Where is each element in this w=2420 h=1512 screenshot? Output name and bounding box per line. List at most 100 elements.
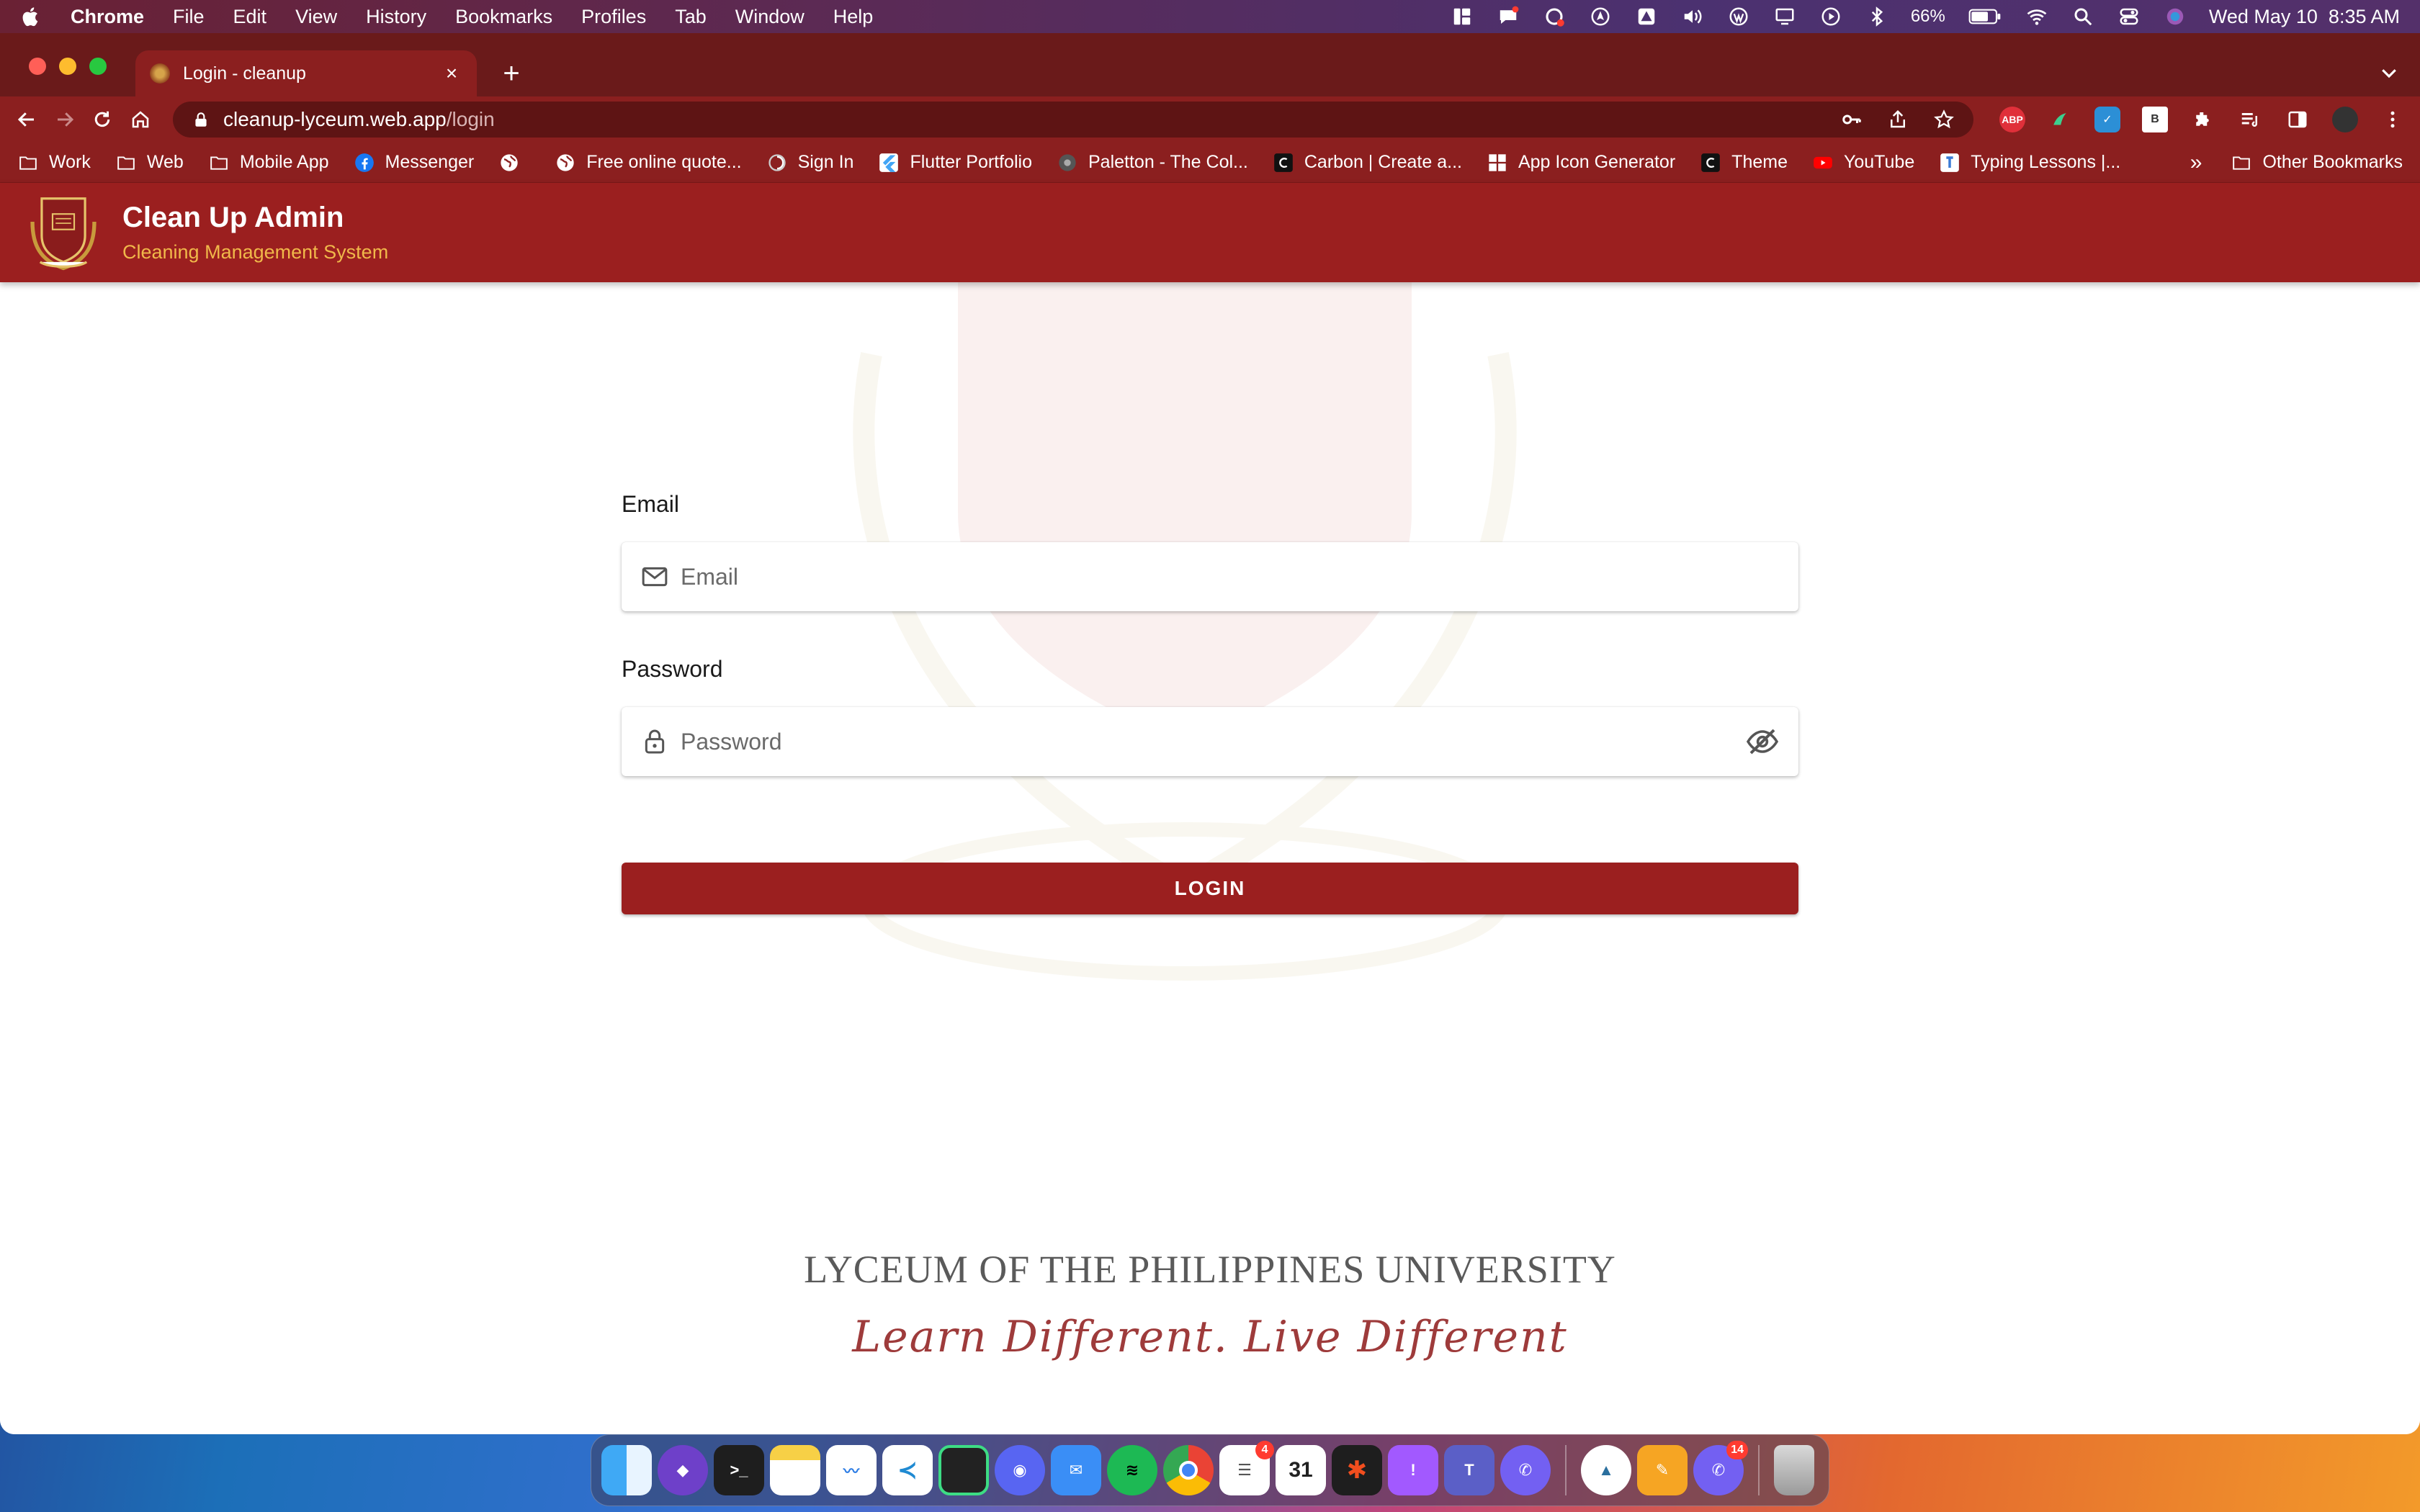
volume-icon[interactable] [1680, 6, 1705, 27]
viber-window-icon[interactable]: ✆ 14 [1693, 1441, 1748, 1495]
back-button[interactable] [14, 104, 40, 135]
pages-icon[interactable]: ✎ [1637, 1445, 1688, 1495]
bookmark-youtube[interactable]: YouTube [1812, 152, 1914, 173]
menu-profiles[interactable]: Profiles [581, 6, 646, 28]
browser-window: Login - cleanup × + cleanup-lyceum.web.a… [0, 33, 2420, 1434]
forward-button[interactable] [53, 104, 78, 135]
home-button[interactable] [128, 104, 153, 135]
close-window-button[interactable] [29, 58, 46, 75]
mail-icon [642, 567, 668, 587]
bookmark-globe[interactable] [498, 153, 530, 173]
bookmark-paletton[interactable]: Paletton - The Col... [1057, 152, 1248, 173]
control-center-icon[interactable] [2117, 6, 2141, 27]
password-input[interactable] [681, 728, 1745, 755]
siri-icon[interactable] [2163, 6, 2187, 27]
figma-icon[interactable]: ✱ [1332, 1445, 1382, 1495]
b-extension-icon[interactable]: B [2142, 107, 2168, 132]
chat-notification-icon[interactable] [1496, 6, 1520, 27]
menu-help[interactable]: Help [833, 6, 874, 28]
reminders-icon[interactable]: ☰ 4 [1219, 1441, 1274, 1495]
active-tab[interactable]: Login - cleanup × [135, 50, 477, 96]
bluetooth-icon[interactable] [1865, 6, 1889, 27]
calendar-icon[interactable]: 31 [1276, 1445, 1326, 1495]
mountain-app-icon[interactable]: ▲ [1581, 1445, 1631, 1495]
play-icon[interactable] [1819, 6, 1843, 27]
menu-bookmarks[interactable]: Bookmarks [455, 6, 552, 28]
wifi-icon[interactable] [2025, 6, 2049, 27]
dashboard-icon[interactable] [1450, 6, 1474, 27]
menu-tab[interactable]: Tab [675, 6, 707, 28]
display-icon[interactable] [1773, 6, 1797, 27]
browser-menu-icon[interactable] [2380, 107, 2406, 132]
zoom-window-button[interactable] [89, 58, 107, 75]
trash-icon[interactable] [1774, 1445, 1814, 1495]
hide-password-eye-icon[interactable] [1745, 724, 1780, 759]
todo-check-extension-icon[interactable]: ✓ [2094, 107, 2120, 132]
viber-icon[interactable]: ✆ [1500, 1445, 1551, 1495]
creative-cloud-icon[interactable] [1542, 6, 1567, 27]
menu-edit[interactable]: Edit [233, 6, 267, 28]
bookmark-free-online-quote[interactable]: Free online quote... [555, 152, 742, 173]
bookmark-mobile-app[interactable]: Mobile App [208, 152, 329, 173]
android-studio-icon[interactable] [938, 1445, 989, 1495]
notes-icon[interactable] [770, 1445, 820, 1495]
side-panel-icon[interactable] [2285, 107, 2311, 132]
reload-button[interactable] [90, 104, 115, 135]
password-key-icon[interactable] [1841, 109, 1863, 130]
bookmark-web[interactable]: Web [115, 152, 184, 173]
vscode-icon[interactable]: ≺ [882, 1445, 933, 1495]
drive-icon[interactable] [1634, 6, 1659, 27]
close-tab-icon[interactable]: × [441, 62, 462, 84]
menu-file[interactable]: File [173, 6, 205, 28]
navigation-icon[interactable] [1588, 6, 1613, 27]
share-icon[interactable] [1887, 109, 1909, 130]
wordpress-icon[interactable] [1726, 6, 1751, 27]
minimize-window-button[interactable] [59, 58, 76, 75]
menubar-datetime[interactable]: Wed May 10 8:35 AM [2209, 6, 2400, 28]
bookmark-work[interactable]: Work [17, 152, 91, 173]
freeform-icon[interactable]: 〰 [826, 1445, 877, 1495]
teams-icon[interactable]: T [1444, 1445, 1494, 1495]
adblock-plus-icon[interactable]: ABP [1999, 107, 2025, 132]
bookmark-theme[interactable]: Theme [1700, 152, 1788, 173]
menu-view[interactable]: View [295, 6, 337, 28]
menu-history[interactable]: History [366, 6, 426, 28]
finder-icon[interactable] [601, 1445, 652, 1495]
mail-app-icon[interactable]: ✉ [1051, 1445, 1101, 1495]
lock-icon[interactable] [192, 110, 210, 129]
bookmark-app-icon-generator[interactable]: App Icon Generator [1487, 152, 1675, 173]
battery-icon[interactable] [1967, 6, 2003, 27]
menu-app-name[interactable]: Chrome [71, 6, 144, 28]
email-field-container[interactable] [622, 542, 1798, 611]
spotlight-search-icon[interactable] [2071, 6, 2095, 27]
reminders-badge: 4 [1255, 1441, 1274, 1459]
email-input[interactable] [681, 563, 1780, 590]
bookmark-star-icon[interactable] [1933, 109, 1955, 130]
apple-icon[interactable] [20, 5, 42, 28]
extensions-puzzle-icon[interactable] [2190, 107, 2215, 132]
spotify-icon[interactable]: ≋ [1107, 1445, 1157, 1495]
flutter-bird-extension-icon[interactable] [2047, 107, 2073, 132]
login-button[interactable]: LOGIN [622, 863, 1798, 914]
menu-window[interactable]: Window [735, 6, 805, 28]
reading-list-icon[interactable] [2237, 107, 2263, 132]
feedback-icon[interactable]: ! [1388, 1445, 1438, 1495]
discord-icon[interactable]: ◉ [995, 1445, 1045, 1495]
chrome-icon[interactable] [1163, 1445, 1214, 1495]
bookmark-flutter-portfolio[interactable]: Flutter Portfolio [878, 152, 1032, 173]
bookmark-sign-in[interactable]: Sign In [766, 152, 853, 173]
bookmark-messenger[interactable]: Messenger [354, 152, 474, 173]
university-name: LYCEUM OF THE PHILIPPINES UNIVERSITY [804, 1248, 1616, 1291]
address-bar[interactable]: cleanup-lyceum.web.app/login [173, 102, 1973, 138]
profile-avatar[interactable] [2332, 107, 2358, 132]
tab-search-chevron-icon[interactable] [2378, 62, 2400, 87]
github-desktop-icon[interactable]: ◆ [658, 1445, 708, 1495]
password-field-container[interactable] [622, 707, 1798, 776]
bookmark-typing-lessons[interactable]: Typing Lessons |... [1939, 152, 2120, 173]
terminal-icon[interactable]: >_ [714, 1445, 764, 1495]
other-bookmarks[interactable]: Other Bookmarks [2231, 152, 2403, 173]
new-tab-button[interactable]: + [497, 58, 526, 89]
bookmarks-overflow-chevron[interactable]: » [2190, 150, 2202, 175]
app-header: Clean Up Admin Cleaning Management Syste… [0, 183, 2420, 282]
bookmark-carbon[interactable]: Carbon | Create a... [1273, 152, 1462, 173]
